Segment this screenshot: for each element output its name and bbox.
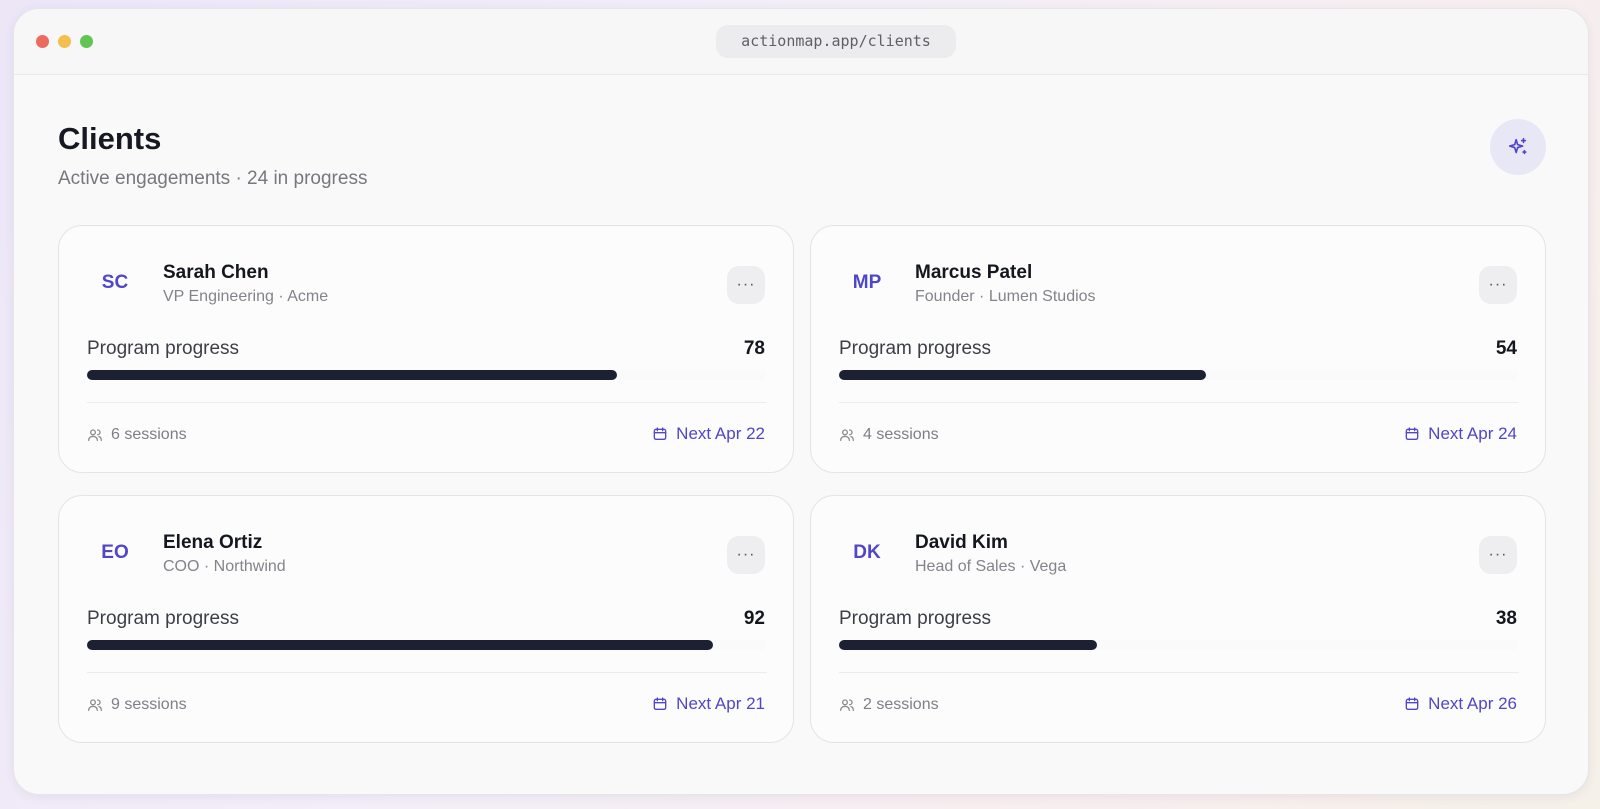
client-card[interactable]: MP Marcus Patel Founder · Lumen Studios … [810, 225, 1546, 473]
minimize-window-button[interactable] [58, 35, 71, 48]
more-options-button[interactable]: ··· [1479, 536, 1517, 574]
client-card[interactable]: SC Sarah Chen VP Engineering · Acme ··· … [58, 225, 794, 473]
progress-value: 54 [1495, 338, 1517, 359]
progress-label: Program progress [87, 608, 240, 629]
more-options-button[interactable]: ··· [1479, 266, 1517, 304]
divider [839, 672, 1519, 673]
client-role: Founder · Lumen Studios [915, 288, 1096, 305]
progress-label: Program progress [87, 338, 240, 359]
browser-window: actionmap.app/clients Clients Active eng… [13, 8, 1589, 795]
next-session-link[interactable]: Next Apr 24 [1404, 424, 1517, 444]
more-options-button[interactable]: ··· [727, 266, 765, 304]
sessions-count: 4 sessions [839, 426, 939, 444]
next-session-link[interactable]: Next Apr 22 [652, 424, 765, 444]
calendar-icon [1405, 427, 1419, 440]
avatar: SC [101, 272, 129, 293]
client-role: COO · Northwind [163, 558, 286, 575]
divider [839, 402, 1519, 403]
client-name: Sarah Chen [163, 262, 269, 283]
avatar: EO [101, 542, 129, 563]
close-window-button[interactable] [36, 35, 49, 48]
progress-fill [839, 640, 1098, 650]
users-icon [88, 429, 102, 441]
calendar-icon [653, 427, 667, 440]
progress-value: 92 [743, 608, 765, 629]
more-horizontal-icon: ··· [736, 276, 756, 293]
next-session-link[interactable]: Next Apr 21 [652, 694, 765, 714]
progress-fill [87, 370, 618, 380]
sessions-count: 9 sessions [87, 696, 187, 714]
progress-track [87, 640, 767, 650]
calendar-icon [1405, 697, 1419, 710]
more-horizontal-icon: ··· [1488, 546, 1508, 563]
progress-track [87, 370, 767, 380]
avatar: DK [853, 542, 881, 563]
calendar-icon [653, 697, 667, 710]
title-bar: actionmap.app/clients [14, 9, 1588, 75]
more-options-button[interactable]: ··· [727, 536, 765, 574]
sparkles-icon [1508, 137, 1527, 155]
progress-fill [839, 370, 1207, 380]
progress-value: 78 [743, 338, 765, 359]
users-icon [88, 699, 102, 711]
client-name: David Kim [915, 532, 1008, 553]
progress-label: Program progress [839, 338, 992, 359]
progress-label: Program progress [839, 608, 992, 629]
progress-track [839, 370, 1519, 380]
users-icon [840, 699, 854, 711]
client-card[interactable]: DK David Kim Head of Sales · Vega ··· Pr… [810, 495, 1546, 743]
sessions-count: 6 sessions [87, 426, 187, 444]
page-subtitle: Active engagements · 24 in progress [58, 168, 368, 189]
divider [87, 402, 767, 403]
avatar: MP [852, 272, 882, 293]
more-horizontal-icon: ··· [736, 546, 756, 563]
client-card[interactable]: EO Elena Ortiz COO · Northwind ··· Progr… [58, 495, 794, 743]
ai-assist-button[interactable] [1490, 119, 1546, 175]
more-horizontal-icon: ··· [1488, 276, 1508, 293]
users-icon [840, 429, 854, 441]
progress-track [839, 640, 1519, 650]
client-name: Elena Ortiz [163, 532, 263, 553]
next-session-link[interactable]: Next Apr 26 [1404, 694, 1517, 714]
maximize-window-button[interactable] [80, 35, 93, 48]
address-bar[interactable]: actionmap.app/clients [716, 25, 956, 58]
client-name: Marcus Patel [915, 262, 1033, 283]
client-role: Head of Sales · Vega [915, 558, 1067, 575]
page-title: Clients [58, 121, 162, 156]
progress-value: 38 [1495, 608, 1517, 629]
progress-fill [87, 640, 713, 650]
client-role: VP Engineering · Acme [163, 288, 329, 305]
sessions-count: 2 sessions [839, 696, 939, 714]
divider [87, 672, 767, 673]
